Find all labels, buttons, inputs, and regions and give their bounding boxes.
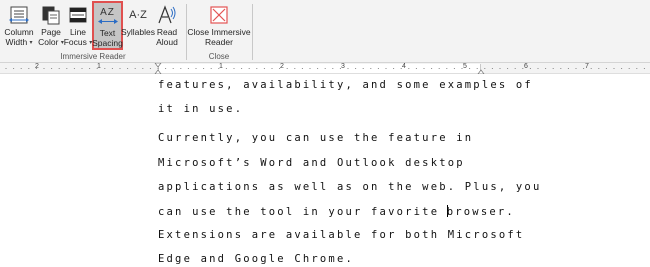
right-indent-marker	[477, 69, 485, 74]
hanging-indent-marker	[154, 69, 162, 74]
close-immersive-reader-label-1: Close Immersive	[187, 27, 251, 37]
close-immersive-reader-button[interactable]: Close Immersive Reader	[187, 0, 251, 51]
document-line: applications as well as on the web. Plus…	[158, 181, 542, 193]
column-width-label-1: Column	[4, 27, 34, 37]
read-aloud-label-2: Aloud	[156, 37, 178, 47]
document-line: Microsoft’s Word and Outlook desktop	[158, 157, 465, 169]
column-width-icon	[8, 3, 30, 27]
page-color-label-1: Page	[41, 27, 61, 37]
text-spacing-label-2: Spacing	[92, 38, 123, 48]
syllables-icon: A·Z	[129, 9, 147, 21]
ruler-number: 1	[219, 63, 223, 70]
document-line: Extensions are available for both Micros…	[158, 229, 525, 241]
ruler-number: 2	[280, 63, 284, 70]
column-width-label-2: Width	[5, 37, 28, 47]
text-spacing-label-1: Text	[99, 28, 116, 38]
read-aloud-icon	[157, 3, 177, 27]
ruler-number: 5	[463, 63, 467, 70]
line-focus-icon	[68, 3, 88, 27]
close-icon	[210, 3, 228, 27]
close-immersive-reader-label-2: Reader	[205, 37, 233, 47]
document-line: features, availability, and some example…	[158, 79, 533, 91]
read-aloud-button[interactable]: Read Aloud	[154, 0, 180, 51]
page-color-button[interactable]: Page Color ▾	[37, 0, 65, 51]
document-line-after-cursor: browser.	[446, 206, 515, 218]
syllables-label: Syllables	[120, 27, 156, 37]
ruler-number: 1	[97, 63, 101, 70]
page-color-label-2: Color	[38, 37, 59, 47]
document-page[interactable]: features, availability, and some example…	[0, 75, 650, 267]
group-label-immersive-reader: Immersive Reader	[60, 52, 126, 61]
group-separator	[252, 4, 253, 60]
document-line-before-cursor: can use the tool in your favorite	[158, 206, 448, 218]
ruler-number: 3	[341, 63, 345, 70]
page-color-icon	[41, 3, 61, 27]
document-line: Currently, you can use the feature in	[158, 132, 474, 144]
text-spacing-icon: AZ	[97, 4, 118, 28]
syllables-button[interactable]: A·Z Syllables	[120, 0, 156, 51]
line-focus-label-1: Line	[69, 27, 87, 37]
first-line-indent-marker	[154, 63, 162, 68]
ruler-number: 6	[524, 63, 528, 70]
line-focus-button[interactable]: Line Focus ▾	[64, 0, 92, 51]
ruler-number: 4	[402, 63, 406, 70]
ruler-number: 7	[585, 63, 589, 70]
group-label-close: Close	[208, 52, 230, 61]
line-focus-label-2: Focus	[63, 37, 87, 47]
document-line-with-cursor: can use the tool in your favorite browse…	[158, 205, 515, 218]
chevron-down-icon: ▾	[29, 40, 33, 46]
column-width-button[interactable]: Column Width ▾	[2, 0, 36, 51]
text-spacing-button[interactable]: AZ Text Spacing	[92, 1, 123, 50]
read-aloud-label-1: Read	[156, 27, 178, 37]
document-line: Edge and Google Chrome.	[158, 253, 354, 265]
ruler-number: 2	[35, 63, 39, 70]
horizontal-ruler[interactable]: 2 1 1 2 3 4 5 6 7	[0, 63, 650, 74]
document-line: it in use.	[158, 103, 244, 115]
ribbon: Column Width ▾ Page Color ▾ Line Focus ▾	[0, 0, 650, 63]
